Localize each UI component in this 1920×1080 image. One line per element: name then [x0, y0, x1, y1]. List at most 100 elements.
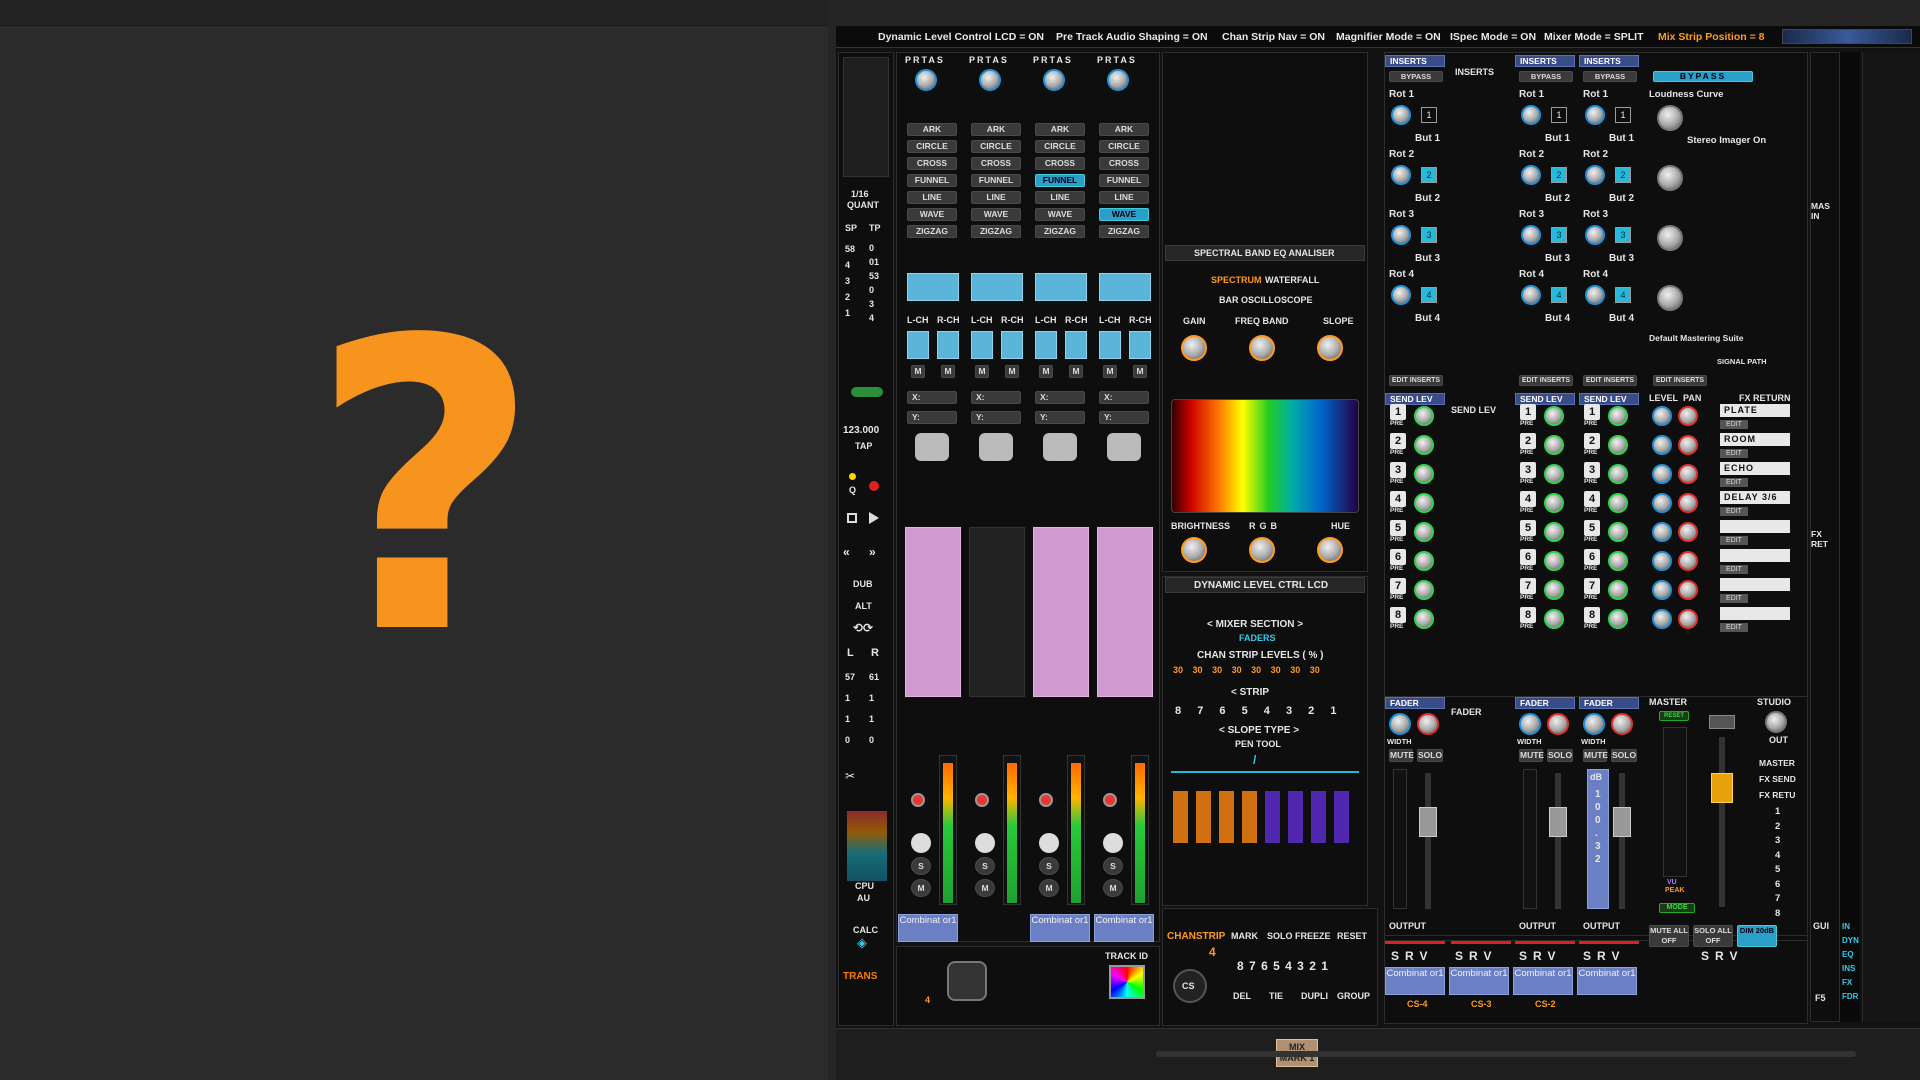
but-toggle[interactable]: 2: [1551, 167, 1567, 183]
studio-out-knob[interactable]: [1765, 711, 1787, 733]
send-number[interactable]: 4: [1584, 491, 1600, 507]
alt-button[interactable]: ALT: [855, 601, 872, 611]
play-icon[interactable]: [869, 512, 879, 524]
group-button[interactable]: GROUP: [1337, 991, 1370, 1001]
srv-buttons[interactable]: SRV: [1701, 949, 1743, 963]
mini-mixer-overview[interactable]: [1862, 52, 1920, 1022]
shape-ark[interactable]: ARK: [1099, 123, 1149, 136]
shape-line[interactable]: LINE: [1099, 191, 1149, 204]
shape-line[interactable]: LINE: [907, 191, 957, 204]
level-bar[interactable]: [1288, 791, 1303, 843]
send-knob[interactable]: [1544, 464, 1564, 484]
dice-icon[interactable]: [1039, 833, 1059, 853]
shape-cross[interactable]: CROSS: [971, 157, 1021, 170]
fx-pan-knob[interactable]: [1678, 522, 1698, 542]
send-knob[interactable]: [1608, 522, 1628, 542]
mode-button[interactable]: MODE: [1659, 903, 1695, 913]
pre-label[interactable]: PRE: [1584, 507, 1597, 514]
solo-button[interactable]: SOLO: [1417, 749, 1443, 762]
send-number[interactable]: 6: [1520, 549, 1536, 565]
shape-wave[interactable]: WAVE: [1099, 208, 1149, 221]
dlc-header[interactable]: DYNAMIC LEVEL CTRL LCD: [1165, 577, 1365, 593]
strip-name[interactable]: Combinat or1: [1094, 914, 1154, 942]
fx-pan-knob[interactable]: [1678, 551, 1698, 571]
fx-pan-knob[interactable]: [1678, 493, 1698, 513]
mute-l[interactable]: M: [1039, 365, 1053, 378]
send-number[interactable]: 8: [1520, 607, 1536, 623]
send-knob[interactable]: [1608, 435, 1628, 455]
waveform-display-empty[interactable]: [969, 527, 1025, 697]
fx-return-slot[interactable]: [1720, 578, 1790, 591]
fader-track[interactable]: [1555, 773, 1561, 909]
pen-icon[interactable]: /: [1253, 753, 1256, 767]
but-toggle[interactable]: 4: [1551, 287, 1567, 303]
fx-level-knob[interactable]: [1652, 551, 1672, 571]
x-field[interactable]: X:: [1099, 391, 1149, 404]
output-label[interactable]: OUTPUT: [1583, 921, 1620, 931]
mute-l[interactable]: M: [911, 365, 925, 378]
solo-button[interactable]: S: [911, 857, 931, 875]
fx-edit-button[interactable]: EDIT: [1720, 594, 1748, 603]
pre-label[interactable]: PRE: [1390, 594, 1403, 601]
tap-button[interactable]: TAP: [855, 441, 872, 451]
fx-level-knob[interactable]: [1652, 609, 1672, 629]
x-field[interactable]: X:: [1035, 391, 1085, 404]
send-number[interactable]: 8: [1390, 607, 1406, 623]
shape-zigzag[interactable]: ZIGZAG: [1035, 225, 1085, 238]
bypass-button[interactable]: BYPASS: [1519, 71, 1573, 82]
width-knob[interactable]: [1519, 713, 1541, 735]
send-knob[interactable]: [1608, 406, 1628, 426]
fx-edit-button[interactable]: EDIT: [1720, 449, 1748, 458]
calc-button[interactable]: CALC: [853, 925, 878, 935]
shape-circle[interactable]: CIRCLE: [1035, 140, 1085, 153]
pre-label[interactable]: PRE: [1584, 478, 1597, 485]
strip-name[interactable]: Combinat or1: [1385, 967, 1445, 995]
prtas-knob[interactable]: [979, 69, 1001, 91]
fx-pan-knob[interactable]: [1678, 580, 1698, 600]
shape-line[interactable]: LINE: [1035, 191, 1085, 204]
send-number[interactable]: 5: [1390, 520, 1406, 536]
pad-button[interactable]: [915, 433, 949, 461]
edit-inserts-button[interactable]: EDIT INSERTS: [1389, 375, 1443, 386]
shape-ark[interactable]: ARK: [907, 123, 957, 136]
pre-label[interactable]: PRE: [1390, 420, 1403, 427]
send-number[interactable]: 7: [1584, 578, 1600, 594]
pre-label[interactable]: PRE: [1520, 478, 1533, 485]
but-toggle[interactable]: 2: [1615, 167, 1631, 183]
spectrum-tab[interactable]: SPECTRUM: [1211, 275, 1262, 285]
mute-r[interactable]: M: [1133, 365, 1147, 378]
srv-buttons[interactable]: SRV: [1583, 949, 1625, 963]
fader-header[interactable]: FADER: [1579, 697, 1639, 709]
fx-edit-button[interactable]: EDIT: [1720, 536, 1748, 545]
bottom-scrollbar[interactable]: [1156, 1051, 1856, 1057]
tempo-value[interactable]: 123.000: [843, 425, 879, 436]
rot-knob[interactable]: [1391, 105, 1411, 125]
mixer-section-nav[interactable]: < MIXER SECTION >: [1207, 619, 1303, 630]
but-toggle[interactable]: 4: [1615, 287, 1631, 303]
pre-label[interactable]: PRE: [1520, 565, 1533, 572]
level-bar[interactable]: [1196, 791, 1211, 843]
fader-cap[interactable]: [1549, 807, 1567, 837]
send-number[interactable]: 5: [1584, 520, 1600, 536]
shape-cross[interactable]: CROSS: [1099, 157, 1149, 170]
rgb-knob[interactable]: [1249, 537, 1275, 563]
pre-label[interactable]: PRE: [1520, 536, 1533, 543]
calc-icon[interactable]: ◈: [857, 935, 867, 951]
rewind-icon[interactable]: «: [843, 545, 850, 559]
rch-block[interactable]: [1001, 331, 1023, 359]
level-bar[interactable]: [1311, 791, 1326, 843]
send-number[interactable]: 8: [1584, 607, 1600, 623]
pan-knob[interactable]: [1417, 713, 1439, 735]
fx-return-slot[interactable]: [1720, 549, 1790, 562]
slope-knob[interactable]: [1317, 335, 1343, 361]
loudness-knob[interactable]: [1657, 105, 1683, 131]
hue-knob[interactable]: [1317, 537, 1343, 563]
fx-level-knob[interactable]: [1652, 435, 1672, 455]
level-bar[interactable]: [1173, 791, 1188, 843]
lch-block[interactable]: [1035, 331, 1057, 359]
master-reset-button[interactable]: RESET: [1659, 711, 1689, 721]
fx-pan-knob[interactable]: [1678, 609, 1698, 629]
pre-label[interactable]: PRE: [1584, 623, 1597, 630]
shape-cross[interactable]: CROSS: [907, 157, 957, 170]
shape-ark[interactable]: ARK: [971, 123, 1021, 136]
